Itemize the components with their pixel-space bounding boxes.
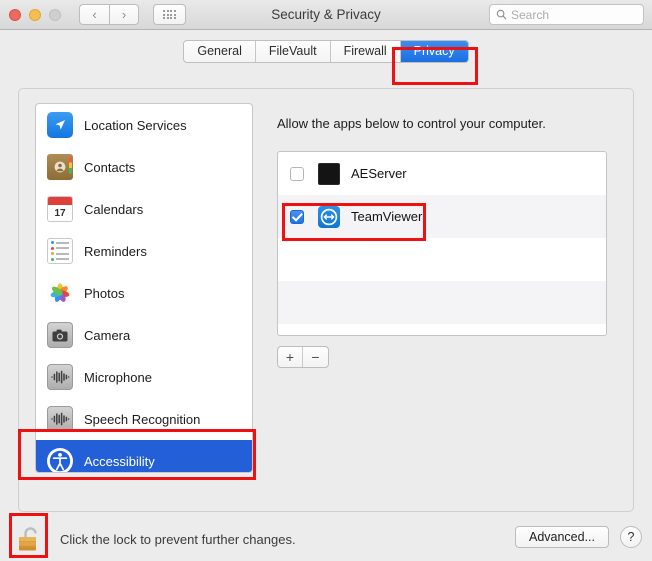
microphone-icon: [47, 364, 73, 390]
app-row-aeserver[interactable]: AEServer: [278, 152, 606, 195]
sidebar-item-calendars[interactable]: 17 Calendars: [36, 188, 252, 230]
back-button[interactable]: ‹: [79, 4, 109, 25]
add-app-button[interactable]: +: [278, 347, 303, 367]
add-remove-buttons: + −: [277, 346, 329, 368]
remove-app-button[interactable]: −: [303, 347, 328, 367]
calendars-icon: 17: [47, 196, 73, 222]
sidebar-item-label: Location Services: [84, 117, 187, 133]
sidebar-item-contacts[interactable]: Contacts: [36, 146, 252, 188]
close-window-button[interactable]: [9, 8, 21, 21]
sidebar-item-label: Accessibility: [84, 453, 155, 469]
sidebar-item-photos[interactable]: Photos: [36, 272, 252, 314]
app-name: AEServer: [351, 166, 407, 181]
sidebar-item-microphone[interactable]: Microphone: [36, 356, 252, 398]
help-button[interactable]: ?: [620, 526, 642, 548]
sidebar-item-label: Photos: [84, 285, 125, 301]
allowed-apps-list[interactable]: AEServer TeamViewer: [277, 151, 607, 336]
sidebar-item-accessibility[interactable]: Accessibility: [36, 440, 252, 472]
camera-icon: [47, 322, 73, 348]
search-icon: [496, 9, 507, 20]
search-field[interactable]: [489, 4, 644, 25]
lock-status-text: Click the lock to prevent further change…: [60, 532, 296, 547]
app-checkbox[interactable]: [290, 209, 304, 224]
privacy-content-area: Allow the apps below to control your com…: [271, 103, 619, 473]
aeserver-terminal-icon: [318, 162, 340, 185]
zoom-window-button: [49, 8, 61, 21]
advanced-button[interactable]: Advanced...: [514, 526, 609, 548]
sidebar-item-reminders[interactable]: Reminders: [36, 230, 252, 272]
sidebar-item-label: Calendars: [84, 201, 144, 217]
lock-button[interactable]: [10, 520, 50, 560]
tab-general[interactable]: General: [184, 40, 256, 62]
sidebar-item-label: Camera: [84, 327, 131, 343]
window-footer: Click the lock to prevent further change…: [0, 518, 652, 561]
sidebar-item-label: Contacts: [84, 159, 136, 175]
app-row-empty: [278, 281, 606, 324]
tab-bar: General FileVault Firewall Privacy: [183, 39, 469, 63]
privacy-category-list[interactable]: Location Services Contacts 17 Calendars …: [35, 103, 253, 473]
speech-recognition-icon: [47, 406, 73, 432]
app-name: TeamViewer: [351, 209, 423, 224]
traffic-lights: [9, 8, 61, 21]
sidebar-item-label: Microphone: [84, 369, 152, 385]
sidebar-item-label: Reminders: [84, 243, 147, 259]
tab-privacy[interactable]: Privacy: [400, 40, 468, 62]
tab-filevault[interactable]: FileVault: [256, 40, 331, 62]
sidebar-item-camera[interactable]: Camera: [36, 314, 252, 356]
accessibility-icon: [47, 448, 73, 472]
forward-button[interactable]: ›: [109, 4, 139, 25]
sidebar-item-label: Speech Recognition: [84, 411, 201, 427]
reminders-icon: [47, 238, 73, 264]
teamviewer-icon: [318, 205, 340, 228]
calendar-day-number: 17: [54, 207, 66, 219]
app-checkbox[interactable]: [290, 166, 304, 181]
sidebar-item-speech-recognition[interactable]: Speech Recognition: [36, 398, 252, 440]
contacts-icon: [47, 154, 73, 180]
tab-bar-container: General FileVault Firewall Privacy: [0, 30, 652, 72]
grid-icon: [163, 9, 176, 20]
unlocked-padlock-icon: [18, 526, 37, 550]
content-heading: Allow the apps below to control your com…: [277, 116, 546, 131]
app-row-empty: [278, 238, 606, 281]
tab-firewall[interactable]: Firewall: [331, 40, 401, 62]
show-all-preferences-button[interactable]: [153, 4, 186, 25]
navigation-buttons: ‹ ›: [79, 4, 139, 25]
search-input[interactable]: [511, 7, 637, 22]
location-services-icon: [47, 112, 73, 138]
minimize-window-button[interactable]: [29, 8, 41, 21]
photos-icon: [47, 280, 73, 306]
window-titlebar: ‹ › Security & Privacy: [0, 0, 652, 30]
privacy-panel: Location Services Contacts 17 Calendars …: [18, 88, 634, 512]
app-row-teamviewer[interactable]: TeamViewer: [278, 195, 606, 238]
sidebar-item-location-services[interactable]: Location Services: [36, 104, 252, 146]
